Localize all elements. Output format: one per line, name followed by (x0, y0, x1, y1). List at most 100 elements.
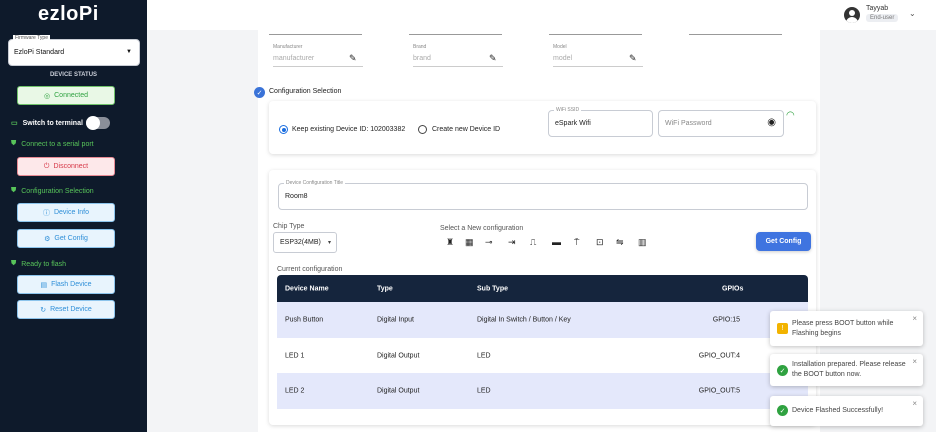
device-name-cell: LED 1 (285, 352, 305, 360)
firmware-type-select[interactable]: Firmware Type EzloPi Standard ▼ (8, 35, 140, 66)
field-underline (689, 34, 782, 35)
wifi-ssid-label: WiFi SSID (554, 107, 582, 113)
device-name-cell: LED 2 (285, 387, 305, 395)
digital-input-icon[interactable]: ▦ (465, 237, 474, 248)
toast-message: Please press BOOT button while Flashing … (792, 320, 894, 337)
field-underline (413, 66, 503, 67)
table-row[interactable]: LED 1 Digital Output LED GPIO_OUT:4 (277, 338, 808, 374)
eye-icon[interactable]: ◉ (767, 117, 776, 128)
terminal-toggle[interactable] (86, 116, 110, 130)
sidebar-get-config-button[interactable]: ⚙ Get Config (17, 229, 115, 248)
gpio-cell: GPIO_OUT:5 (698, 387, 740, 395)
subtype-cell: Digital In Switch / Button / Key (477, 316, 571, 324)
close-icon[interactable]: × (912, 399, 917, 408)
gear-icon: ⚙ (44, 235, 51, 243)
app-logo: ezloPi (38, 3, 99, 25)
manufacturer-input[interactable]: manufacturer (273, 55, 314, 62)
config-selection-step: ⛊ Configuration Selection (11, 187, 94, 195)
user-avatar-icon[interactable] (844, 7, 860, 23)
shield-check-icon: ⛊ (11, 260, 17, 267)
chip-type-select[interactable]: ESP32(4MB) ▾ (273, 232, 337, 253)
gpio-cell: GPIO_OUT:4 (698, 352, 740, 360)
analog-output-icon[interactable]: ⇥ (508, 237, 516, 248)
wifi-ssid-field[interactable]: WiFi SSID eSpark Wifi (548, 107, 653, 137)
user-role-badge: End-user (866, 14, 899, 22)
manufacturer-label: Manufacturer (273, 44, 303, 50)
switch-terminal-row: ▭ Switch to terminal (11, 119, 83, 128)
spi-icon[interactable]: ⇋ (616, 237, 624, 248)
create-new-radio[interactable] (418, 125, 427, 134)
current-config-table: Device Name Type Sub Type GPIOs Push But… (277, 275, 808, 410)
firmware-type-label: Firmware Type (13, 35, 50, 41)
subtype-cell: LED (477, 352, 491, 360)
field-underline (549, 34, 642, 35)
connect-serial-label: Connect to a serial port (21, 140, 94, 148)
top-header (147, 0, 936, 30)
table-row[interactable]: LED 2 Digital Output LED GPIO_OUT:5 (277, 373, 808, 409)
brand-input[interactable]: brand (413, 55, 431, 62)
model-input[interactable]: model (553, 55, 572, 62)
type-cell: Digital Output (377, 387, 420, 395)
device-status-heading: DEVICE STATUS (49, 72, 98, 78)
device-info-button[interactable]: ⓘ Device Info (17, 203, 115, 222)
toast-message: Device Flashed Successfully! (792, 407, 884, 414)
header-type: Type (377, 285, 393, 292)
connect-serial-step: ⛊ Connect to a serial port (11, 140, 94, 148)
other-icon[interactable]: ▥ (638, 237, 647, 248)
config-selection-title: Configuration Selection (269, 88, 342, 95)
user-name: Tayyab (866, 5, 889, 12)
digital-output-icon[interactable]: ♜ (446, 237, 454, 248)
connected-button[interactable]: ◎ Connected (17, 86, 115, 105)
config-title-field[interactable]: Device Configuration Title Room8 (278, 180, 808, 210)
keep-existing-label: Keep existing Device ID: 102003382 (292, 126, 406, 133)
analog-input-icon[interactable]: ⊸ (485, 237, 493, 248)
edit-brand-icon[interactable]: ✎ (489, 53, 497, 64)
field-underline (409, 34, 502, 35)
device-info-label: Device Info (53, 209, 90, 216)
toast-warning: ! Please press BOOT button while Flashin… (770, 311, 923, 346)
pwm-icon[interactable]: ⎍ (530, 237, 536, 248)
config-title-label: Device Configuration Title (284, 180, 345, 186)
uart-icon[interactable]: ▬ (552, 237, 561, 247)
close-icon[interactable]: × (912, 357, 917, 366)
get-config-button[interactable]: Get Config (756, 232, 811, 251)
toast-message: Installation prepared. Please release th… (792, 361, 906, 378)
field-underline (553, 66, 643, 67)
reset-icon: ↻ (40, 306, 47, 314)
check-circle-icon: ◎ (44, 92, 51, 100)
header-sub-type: Sub Type (477, 285, 508, 292)
shield-check-icon: ⛊ (11, 140, 17, 147)
onewire-icon[interactable]: ⍑ (574, 237, 579, 248)
reset-device-button[interactable]: ↻ Reset Device (17, 300, 115, 319)
table-row[interactable]: Push Button Digital Input Digital In Swi… (277, 302, 808, 338)
wifi-password-placeholder: WiFi Password (665, 120, 712, 127)
toast-success: ✓ Installation prepared. Please release … (770, 354, 923, 386)
flash-device-button[interactable]: ▤ Flash Device (17, 275, 115, 294)
check-circle-icon: ✓ (254, 87, 265, 98)
wifi-password-field[interactable]: WiFi Password ◉ (658, 110, 784, 137)
connected-label: Connected (54, 92, 88, 99)
wifi-icon: ◠ (786, 110, 795, 121)
brand-label: Brand (413, 44, 427, 50)
keep-existing-radio[interactable] (279, 125, 288, 134)
device-name-cell: Push Button (285, 316, 324, 324)
shield-check-icon: ⛊ (11, 187, 17, 194)
edit-model-icon[interactable]: ✎ (629, 53, 637, 64)
ready-flash-step: ⛊ Ready to flash (11, 260, 66, 268)
chip-type-label: Chip Type (273, 223, 305, 230)
close-icon[interactable]: × (912, 314, 917, 323)
check-circle-icon: ✓ (777, 405, 788, 416)
warning-icon: ! (777, 323, 788, 334)
power-icon: ⏻ (43, 162, 50, 170)
type-cell: Digital Input (377, 316, 414, 324)
disconnect-button[interactable]: ⏻ Disconnect (17, 157, 115, 176)
edit-manufacturer-icon[interactable]: ✎ (349, 53, 357, 64)
chevron-down-icon[interactable]: ⌄ (909, 9, 916, 18)
sidebar: ezloPi Firmware Type EzloPi Standard ▼ D… (0, 0, 147, 432)
current-config-label: Current configuration (277, 266, 343, 273)
config-title-value: Room8 (285, 193, 308, 200)
header-device-name: Device Name (285, 285, 329, 292)
i2c-icon[interactable]: ⊡ (596, 237, 604, 248)
header-gpios: GPIOs (722, 285, 744, 292)
firmware-type-value: EzloPi Standard (14, 49, 65, 56)
